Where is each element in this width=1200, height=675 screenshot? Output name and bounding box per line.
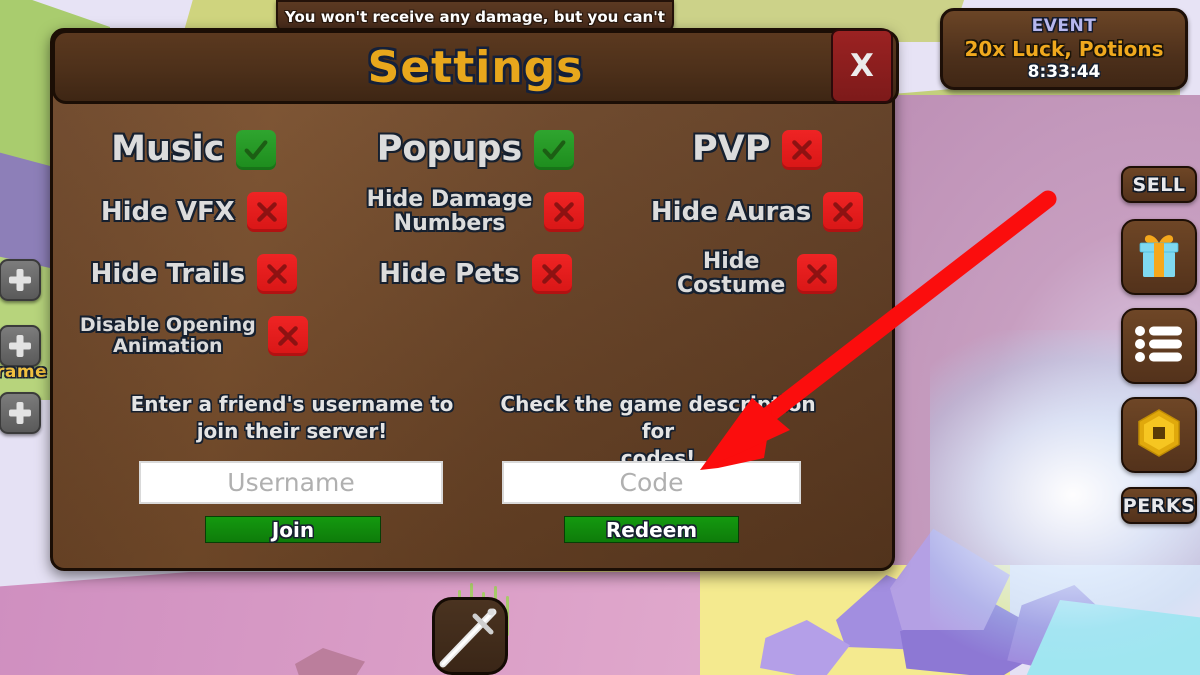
hotbar-slot-weapon[interactable] [432, 597, 508, 675]
setting-label: Music [111, 129, 225, 170]
sidebar-item-gift[interactable] [1121, 219, 1197, 295]
partial-frame-label: rame [0, 362, 48, 382]
join-friend-hint: Enter a friend's username to join their s… [130, 392, 454, 443]
setting-row-pvp: PVP [616, 119, 898, 181]
join-button-label: Join [271, 517, 315, 542]
setting-label: Disable Opening Animation [79, 314, 256, 357]
redeem-code-hint: Check the game description for codes! [500, 392, 816, 470]
setting-row-hide-trails: Hide Trails [53, 243, 335, 305]
setting-label: Hide Pets [379, 258, 520, 289]
cross-icon [554, 202, 575, 222]
setting-toggle-hide-vfx[interactable] [246, 192, 287, 232]
plus-icon-button-2[interactable] [0, 325, 41, 367]
plus-icon-button-1[interactable] [0, 259, 41, 301]
cross-icon [267, 264, 287, 284]
page-title: Settings [367, 41, 584, 93]
redeem-button[interactable]: Redeem [564, 516, 739, 543]
settings-dialog-header: Settings [52, 30, 899, 104]
setting-label: Popups [376, 129, 523, 170]
setting-row-music: Music [53, 119, 335, 181]
setting-row-hide-damage-numbers: Hide Damage Numbers [335, 181, 617, 243]
sword-icon [435, 608, 505, 672]
list-icon [1134, 324, 1184, 368]
cross-icon [792, 140, 813, 160]
setting-row-hide-costume: Hide Costume [616, 243, 898, 305]
sidebar-item-sell[interactable]: SELL [1121, 166, 1197, 203]
setting-label: Hide Auras [650, 196, 812, 227]
sidebar-item-label: SELL [1132, 173, 1186, 196]
event-subtitle: 20x Luck, Potions [964, 37, 1164, 61]
robux-icon [1133, 407, 1185, 463]
setting-row-hide-vfx: Hide VFX [53, 181, 335, 243]
setting-toggle-hide-auras[interactable] [823, 192, 864, 232]
sidebar-item-perks[interactable]: PERKS [1121, 487, 1197, 524]
cross-icon [541, 264, 562, 284]
setting-label: Hide Costume [676, 249, 786, 298]
setting-toggle-disable-opening-animation[interactable] [267, 316, 308, 356]
setting-label: PVP [691, 129, 771, 170]
code-placeholder: Code [619, 468, 684, 497]
setting-row-hide-auras: Hide Auras [616, 181, 898, 243]
setting-row-hide-pets: Hide Pets [335, 243, 617, 305]
setting-toggle-hide-damage-numbers[interactable] [544, 192, 585, 232]
username-input[interactable]: Username [139, 461, 443, 504]
close-icon: X [850, 47, 874, 84]
setting-toggle-popups[interactable] [534, 130, 575, 170]
username-placeholder: Username [227, 468, 355, 497]
setting-label: Hide VFX [100, 196, 235, 227]
code-input[interactable]: Code [502, 461, 801, 504]
checkmark-icon [542, 140, 566, 160]
gift-icon [1134, 231, 1184, 283]
setting-toggle-music[interactable] [236, 130, 277, 170]
join-button[interactable]: Join [205, 516, 381, 543]
setting-row-disable-opening-animation: Disable Opening Animation [53, 305, 335, 367]
cross-icon [807, 264, 828, 284]
checkmark-icon [245, 140, 268, 160]
sidebar-item-robux-shop[interactable] [1121, 397, 1197, 473]
cross-icon [833, 202, 854, 222]
plus-icon-button-3[interactable] [0, 392, 41, 434]
settings-options-grid: Music Popups PVP Hide VFX Hide Damage Nu… [53, 119, 898, 399]
setting-row-popups: Popups [335, 119, 617, 181]
setting-toggle-hide-costume[interactable] [797, 254, 838, 294]
close-button[interactable]: X [831, 29, 893, 103]
event-timer: 8:33:44 [1027, 62, 1101, 82]
setting-toggle-pvp[interactable] [782, 130, 823, 170]
event-title: EVENT [1031, 16, 1097, 36]
cross-icon [277, 326, 298, 346]
sidebar-item-label: PERKS [1122, 494, 1196, 517]
event-panel[interactable]: EVENT 20x Luck, Potions 8:33:44 [940, 8, 1188, 90]
setting-toggle-hide-pets[interactable] [531, 254, 572, 294]
redeem-button-label: Redeem [605, 517, 698, 542]
notification-text: You won't receive any damage, but you ca… [285, 7, 665, 26]
cross-icon [256, 202, 277, 222]
setting-label: Hide Trails [90, 258, 246, 289]
settings-dialog: Settings X Music Popups PVP Hide VFX Hid… [50, 28, 899, 571]
setting-toggle-hide-trails[interactable] [257, 254, 298, 294]
setting-label: Hide Damage Numbers [366, 187, 533, 236]
sidebar-item-quests[interactable] [1121, 308, 1197, 384]
